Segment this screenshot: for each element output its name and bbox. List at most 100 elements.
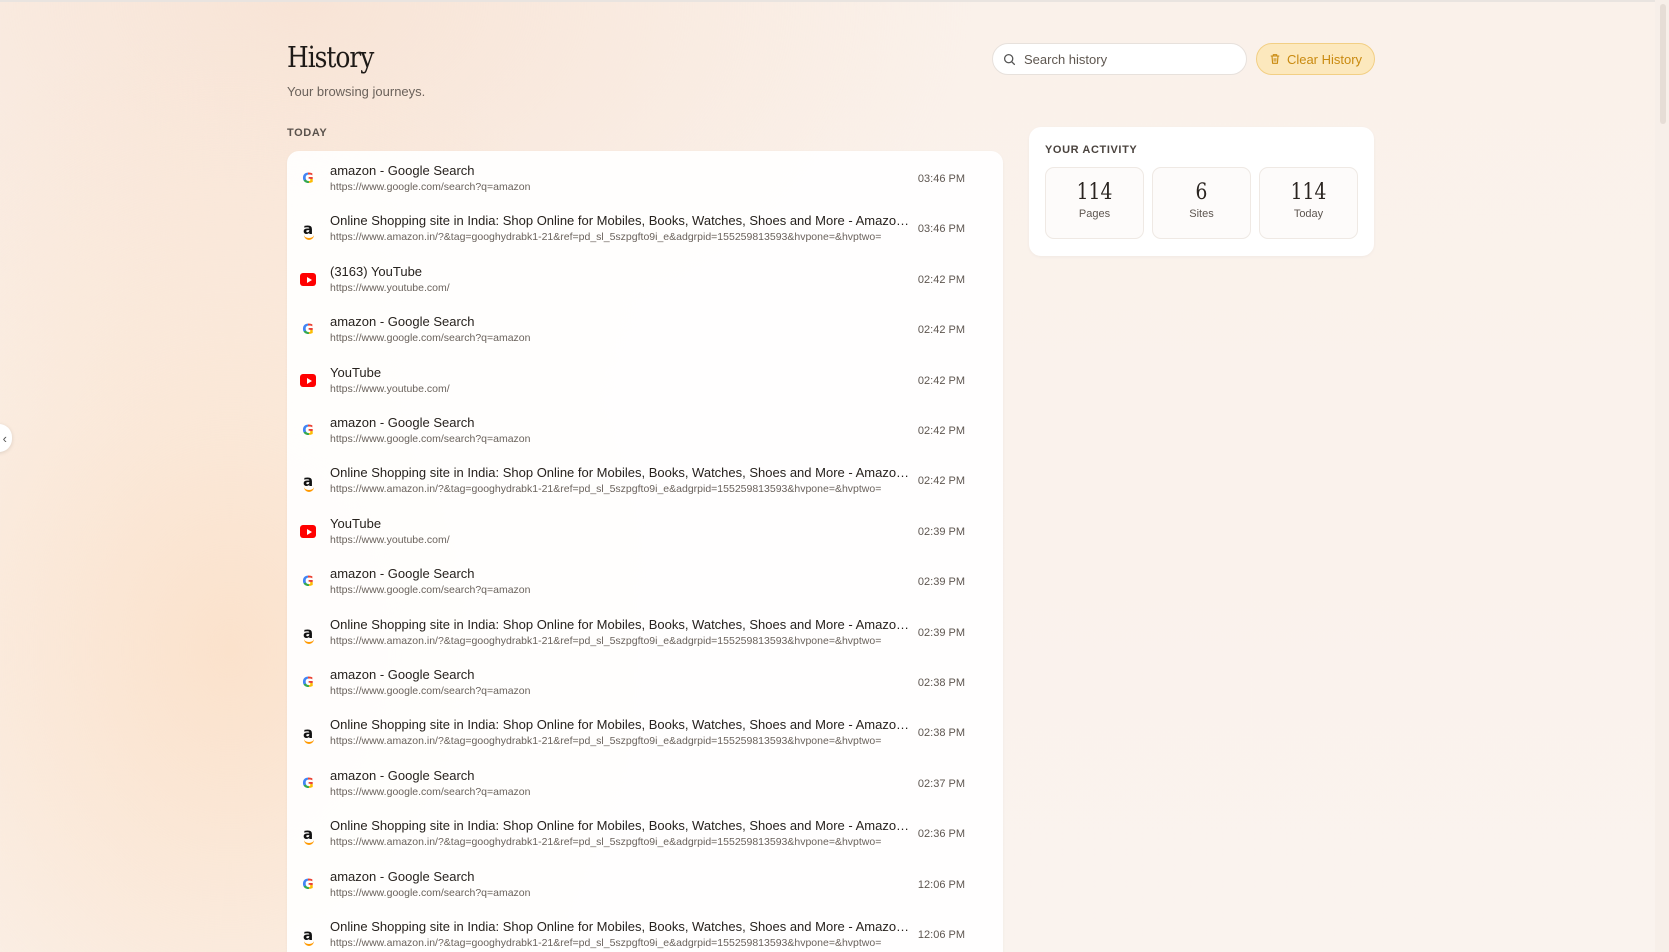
history-entry-url: https://www.amazon.in/?&tag=googhydrabk1… (330, 483, 882, 496)
history-entry-text: amazon - Google Search https://www.google… (330, 768, 910, 800)
history-entry-url: https://www.google.com/search?q=amazon (330, 181, 531, 193)
google-favicon-icon: G (300, 574, 316, 590)
history-entry-text: amazon - Google Search https://www.google… (330, 415, 910, 447)
history-entry-url: https://www.youtube.com/ (330, 382, 450, 395)
history-entry-time: 02:37 PM (917, 777, 965, 790)
history-entry-time: 02:42 PM (917, 324, 965, 337)
history-entry-time: 02:39 PM (917, 626, 965, 639)
history-entry-url: https://www.google.com/search?q=amazon (330, 886, 531, 899)
page-header: History Your browsing journeys. (287, 40, 425, 99)
amazon-logo-icon: a (302, 825, 315, 846)
sidebar-toggle-button[interactable]: ‹ (0, 424, 12, 452)
history-entry-title[interactable]: Online Shopping site in India: Shop Onli… (330, 213, 910, 229)
history-entry-text: YouTube https://www.youtube.com/ (330, 516, 910, 548)
search-box[interactable] (992, 43, 1247, 75)
history-row[interactable]: a Online Shopping site in India: Shop Onl… (287, 708, 1003, 758)
stat-value: 6 (1195, 180, 1208, 205)
history-entry-title[interactable]: amazon - Google Search (330, 314, 910, 330)
history-row[interactable]: a Online Shopping site in India: Shop Onl… (287, 456, 1003, 506)
history-entry-title[interactable]: (3163) YouTube (330, 264, 910, 280)
history-entry-title[interactable]: YouTube (330, 365, 910, 381)
history-entry-time: 03:46 PM (917, 223, 965, 236)
activity-label: YOUR ACTIVITY (1045, 144, 1138, 156)
history-entry-text: Online Shopping site in India: Shop Onli… (330, 465, 910, 497)
history-row[interactable]: a Online Shopping site in India: Shop Onl… (287, 204, 1003, 254)
amazon-favicon-icon: a (300, 625, 316, 644)
history-row[interactable]: Gamazon - Google Search https://www.googl… (287, 759, 1003, 809)
amazon-logo-icon: a (302, 724, 315, 745)
history-entry-time: 02:42 PM (917, 374, 965, 387)
history-entry-url: https://www.google.com/search?q=amazon (330, 332, 531, 345)
amazon-logo-icon: a (302, 926, 315, 946)
amazon-favicon-icon: a (300, 220, 316, 241)
history-entry-text: Online Shopping site in India: Shop Onli… (330, 818, 910, 850)
history-entry-url: https://www.youtube.com/ (330, 533, 450, 546)
history-entry-title[interactable]: Online Shopping site in India: Shop Onli… (330, 617, 910, 633)
history-row[interactable]: Gamazon - Google Search https://www.googl… (287, 860, 1003, 910)
history-entry-time: 02:42 PM (917, 273, 965, 286)
history-entry-text: Online Shopping site in India: Shop Onli… (330, 617, 910, 649)
history-entry-text: amazon - Google Search https://www.google… (330, 566, 910, 598)
history-entry-time: 02:42 PM (917, 425, 965, 437)
amazon-favicon-icon: a (300, 926, 316, 946)
history-entry-url: https://www.google.com/search?q=amazon (330, 685, 531, 697)
clear-history-button[interactable]: Clear History (1256, 43, 1375, 75)
google-logo-icon: G (302, 876, 314, 893)
history-entry-title[interactable]: amazon - Google Search (330, 566, 910, 582)
history-entry-title[interactable]: Online Shopping site in India: Shop Onli… (330, 919, 910, 935)
history-row[interactable]: Gamazon - Google Search https://www.googl… (287, 154, 1003, 204)
history-entry-time: 02:38 PM (917, 727, 965, 740)
amazon-favicon-icon: a (300, 724, 316, 745)
history-entry-title[interactable]: amazon - Google Search (330, 768, 910, 784)
stat-value: 114 (1290, 180, 1327, 205)
history-entry-text: amazon - Google Search https://www.google… (330, 163, 910, 195)
history-entry-title[interactable]: YouTube (330, 516, 910, 532)
search-input[interactable] (1024, 51, 1224, 67)
stat-label: Pages (1078, 208, 1111, 220)
window-top-border (0, 0, 1669, 2)
history-row[interactable]: YouTube https://www.youtube.com/02:39 PM (287, 507, 1003, 557)
history-entry-time: 03:46 PM (917, 173, 965, 185)
amazon-favicon-icon: a (300, 825, 316, 846)
history-row[interactable]: (3163) YouTube https://www.youtube.com/02… (287, 255, 1003, 305)
google-logo-icon: G (302, 322, 314, 339)
history-entry-title[interactable]: amazon - Google Search (330, 415, 910, 431)
history-entry-text: (3163) YouTube https://www.youtube.com/ (330, 264, 910, 296)
history-row[interactable]: Gamazon - Google Search https://www.googl… (287, 658, 1003, 708)
youtube-favicon-icon (300, 373, 316, 389)
history-row[interactable]: a Online Shopping site in India: Shop Onl… (287, 608, 1003, 658)
history-row[interactable]: Gamazon - Google Search https://www.googl… (287, 305, 1003, 355)
history-entry-title[interactable]: amazon - Google Search (330, 163, 910, 179)
history-entry-time: 02:39 PM (917, 576, 965, 589)
history-entry-time: 02:38 PM (917, 677, 965, 689)
history-row[interactable]: Gamazon - Google Search https://www.googl… (287, 406, 1003, 456)
activity-card: YOUR ACTIVITY 114 Pages 6 Sites 114 Toda… (1029, 127, 1374, 256)
history-entry-title[interactable]: amazon - Google Search (330, 667, 910, 683)
youtube-logo-icon (300, 525, 316, 539)
stat-pages: 114 Pages (1045, 167, 1144, 239)
history-entry-title[interactable]: amazon - Google Search (330, 869, 910, 885)
history-row[interactable]: Gamazon - Google Search https://www.googl… (287, 557, 1003, 607)
google-logo-icon: G (302, 423, 314, 439)
page-scrollbar[interactable] (1655, 0, 1669, 952)
search-icon (1003, 53, 1016, 65)
history-entry-url: https://www.amazon.in/?&tag=googhydrabk1… (330, 735, 882, 748)
history-row[interactable]: YouTube https://www.youtube.com/02:42 PM (287, 356, 1003, 406)
history-row[interactable]: a Online Shopping site in India: Shop Onl… (287, 809, 1003, 859)
history-row[interactable]: a Online Shopping site in India: Shop Onl… (287, 910, 1003, 952)
amazon-logo-icon: a (302, 220, 315, 241)
history-entry-title[interactable]: Online Shopping site in India: Shop Onli… (330, 465, 910, 481)
stat-value: 114 (1076, 180, 1113, 205)
google-favicon-icon: G (300, 423, 316, 439)
scrollbar-thumb[interactable] (1660, 4, 1666, 124)
youtube-favicon-icon (300, 272, 316, 288)
google-favicon-icon: G (300, 675, 316, 691)
history-entry-title[interactable]: Online Shopping site in India: Shop Onli… (330, 818, 910, 834)
history-entry-title[interactable]: Online Shopping site in India: Shop Onli… (330, 717, 910, 733)
google-favicon-icon: G (300, 776, 316, 792)
history-entry-time: 12:06 PM (917, 929, 965, 941)
history-entry-time: 02:36 PM (917, 828, 965, 841)
stat-today: 114 Today (1259, 167, 1358, 239)
history-entry-text: Online Shopping site in India: Shop Onli… (330, 717, 910, 749)
google-logo-icon: G (302, 171, 314, 187)
